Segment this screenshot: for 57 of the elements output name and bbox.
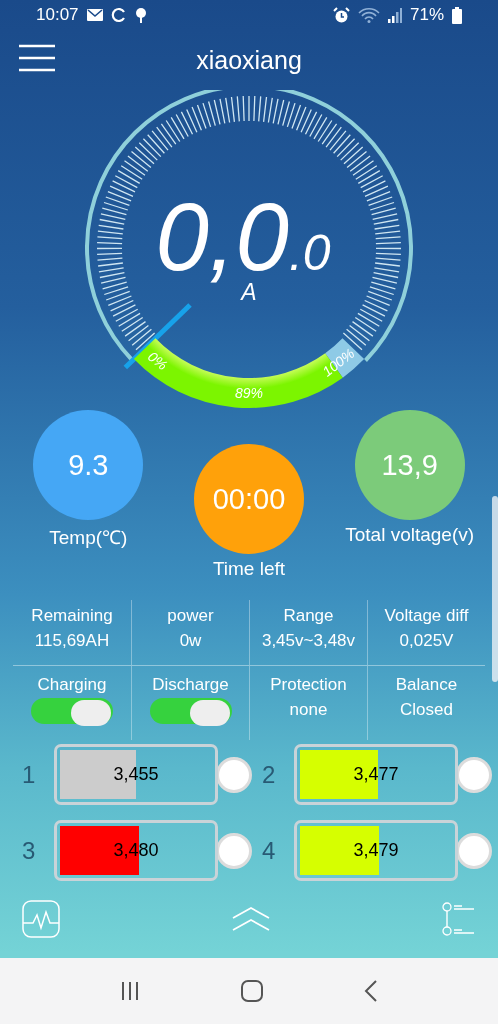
status-label: Protection xyxy=(270,674,347,696)
signal-icon xyxy=(387,7,402,23)
status-label: Balance xyxy=(395,674,458,696)
cell-number: 3 xyxy=(22,836,37,865)
balance-indicator xyxy=(216,832,252,869)
battery-percent: 71% xyxy=(409,5,444,25)
wifi-icon xyxy=(357,7,380,23)
balance-indicator xyxy=(456,756,492,793)
reading-circle: 13,9 xyxy=(354,410,465,520)
alarm-icon xyxy=(332,6,350,24)
home-icon xyxy=(240,979,264,1003)
stat-label: Range xyxy=(283,605,334,627)
balance-indicator xyxy=(216,756,252,793)
history-button[interactable] xyxy=(442,902,476,936)
battery-icon xyxy=(452,6,462,24)
home-button[interactable] xyxy=(240,979,264,1003)
chart-button[interactable] xyxy=(22,900,60,938)
stat-value: 0,025V xyxy=(399,630,454,652)
reading-label: Total voltage(v) xyxy=(345,524,475,546)
back-button[interactable] xyxy=(364,980,378,1002)
stat-value: 115,69AH xyxy=(34,630,110,652)
sync-icon xyxy=(110,7,127,23)
stat-label: Remaining xyxy=(31,605,113,627)
cell-number: 2 xyxy=(262,760,277,789)
timeline-icon xyxy=(442,902,476,936)
stat-label: Voltage diff xyxy=(384,605,469,627)
bulb-icon xyxy=(134,6,147,24)
back-icon xyxy=(364,980,378,1002)
pulse-icon xyxy=(22,900,60,938)
app-title: xiaoxiang xyxy=(196,45,302,75)
cell-number: 1 xyxy=(22,760,37,789)
recents-icon xyxy=(120,981,140,1001)
cell-number: 4 xyxy=(262,836,277,865)
menu-icon xyxy=(18,44,56,72)
stat-label: power xyxy=(167,605,214,627)
mail-icon xyxy=(86,9,103,21)
charge-percent: 89% xyxy=(235,385,263,401)
expand-button[interactable] xyxy=(231,906,271,932)
clock-time: 10:07 xyxy=(36,5,79,25)
stat-value: 0w xyxy=(179,630,202,652)
recents-button[interactable] xyxy=(120,981,140,1001)
reading-circle: 9.3 xyxy=(33,410,144,520)
status-value: none xyxy=(289,699,328,721)
reading-label: Temp(℃) xyxy=(49,526,128,550)
toggle-switch[interactable] xyxy=(149,698,232,724)
toggle-switch[interactable] xyxy=(31,698,113,724)
reading-label: Time left xyxy=(212,558,286,580)
status-value: Closed xyxy=(400,699,453,721)
double-chevron-icon xyxy=(231,906,271,932)
start-percent: 0% xyxy=(144,348,171,374)
switch-label: Charging xyxy=(37,674,107,696)
reading-circle: 00:00 xyxy=(194,444,304,554)
cell-voltage: 3,455 xyxy=(112,763,160,786)
menu-button[interactable] xyxy=(18,44,56,72)
stat-value: 3,45v~3,48v xyxy=(261,630,356,652)
balance-indicator xyxy=(456,832,492,869)
switch-label: Discharge xyxy=(152,674,229,696)
